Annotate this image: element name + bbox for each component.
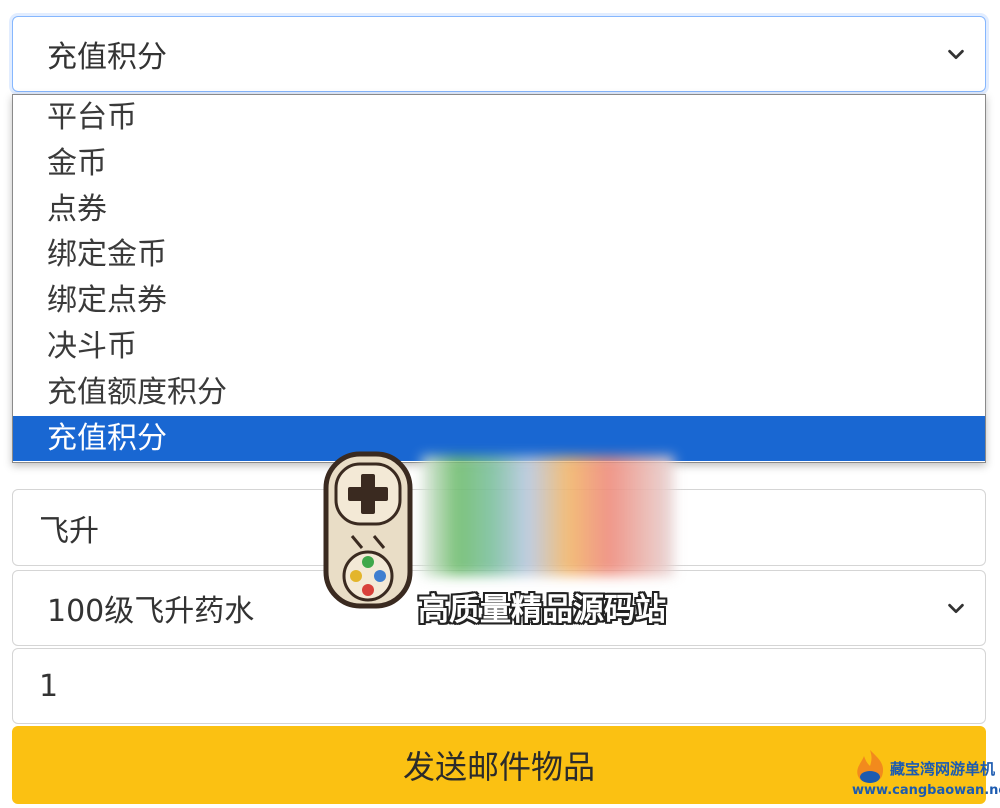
option-points-coupon[interactable]: 点券 [13, 187, 985, 233]
watermark-text: 高质量精品源码站 [418, 592, 666, 628]
option-platform-coin[interactable]: 平台币 [13, 95, 985, 141]
currency-select-value: 充值积分 [47, 40, 167, 75]
option-recharge-quota-points[interactable]: 充值额度积分 [13, 370, 985, 416]
currency-dropdown-list: 平台币 金币 点券 绑定金币 绑定点券 决斗币 充值额度积分 充值积分 [12, 94, 986, 463]
quantity-value: 1 [39, 668, 59, 704]
site-logo: 藏宝湾网游单机 www.cangbaowan.net [852, 748, 1000, 804]
option-bound-coupon[interactable]: 绑定点券 [13, 278, 985, 324]
site-url: www.cangbaowan.net [852, 783, 1000, 798]
option-recharge-points[interactable]: 充值积分 [13, 415, 985, 462]
option-gold[interactable]: 金币 [13, 141, 985, 187]
chevron-down-icon [948, 603, 964, 614]
gamepad-watermark-icon [323, 451, 413, 609]
flame-logo-icon [857, 750, 884, 783]
item-select-value: 100级飞升药水 [47, 594, 255, 629]
watermark-blurred-logo [422, 456, 674, 576]
site-name: 藏宝湾网游单机 [890, 760, 996, 778]
send-mail-item-button[interactable]: 发送邮件物品 [12, 726, 986, 804]
option-duel-coin[interactable]: 决斗币 [13, 324, 985, 370]
chevron-down-icon [948, 49, 964, 60]
quantity-field[interactable]: 1 [12, 648, 986, 724]
currency-select[interactable]: 充值积分 [12, 16, 986, 92]
option-bound-gold[interactable]: 绑定金币 [13, 232, 985, 278]
item-name-value: 飞升 [39, 513, 99, 549]
